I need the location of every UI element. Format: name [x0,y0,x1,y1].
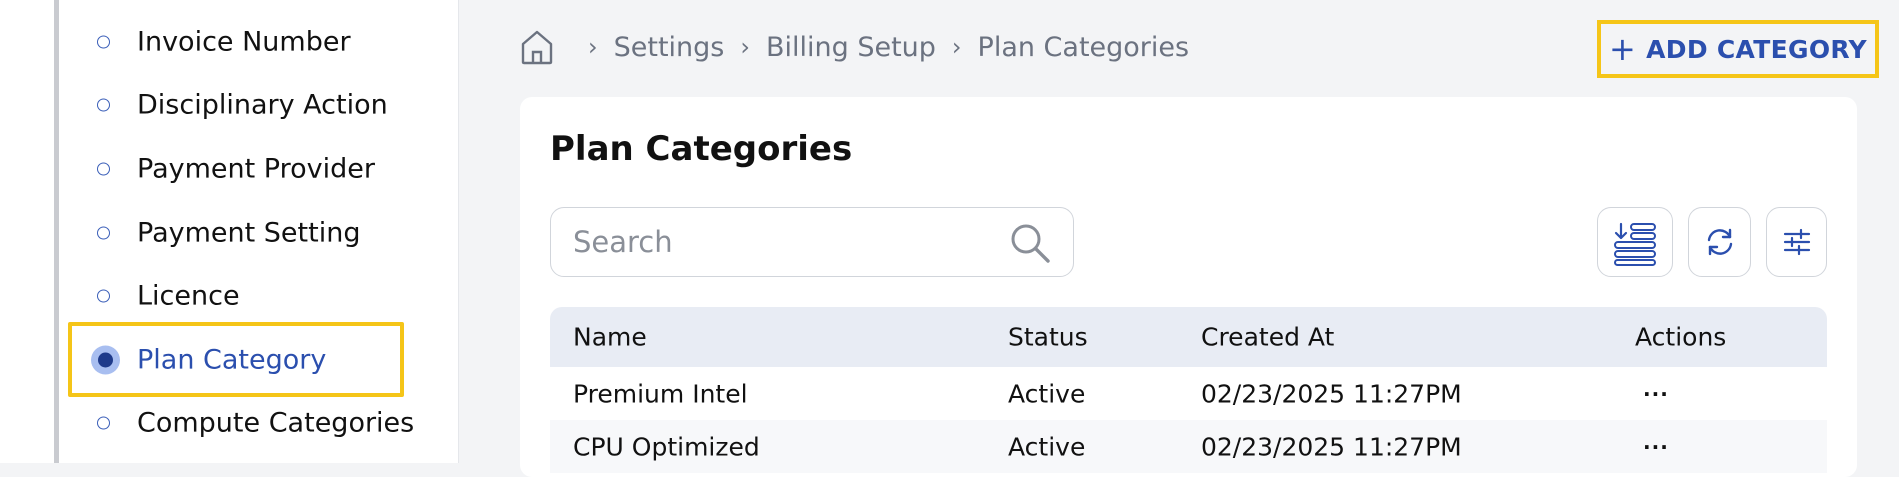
sidebar-item-payment-provider[interactable]: Payment Provider [70,139,460,199]
add-category-label: ADD CATEGORY [1646,34,1867,64]
export-list-button[interactable] [1597,207,1673,277]
add-category-button[interactable]: + ADD CATEGORY [1597,20,1879,78]
radio-dot-icon [97,98,110,112]
refresh-icon [1707,228,1732,256]
search-placeholder: Search [573,225,673,259]
cell-name: Premium Intel [573,379,748,408]
sidebar-item-label: Disciplinary Action [137,89,388,121]
sidebar: Invoice Number Disciplinary Action Payme… [0,0,459,463]
cell-name: CPU Optimized [573,432,760,461]
table-header: Name Status Created At Actions [550,307,1827,367]
more-actions-icon[interactable]: ··· [1643,435,1669,459]
plus-icon: + [1609,30,1637,68]
highlight-box [68,322,404,397]
radio-dot-icon [97,162,110,176]
breadcrumb: › Settings › Billing Setup › Plan Catego… [520,24,1189,70]
breadcrumb-plan-categories: Plan Categories [977,31,1190,63]
filter-button[interactable] [1766,207,1827,277]
breadcrumb-billing-setup[interactable]: Billing Setup [766,32,936,63]
breadcrumb-settings[interactable]: Settings [614,32,725,63]
cell-created-at: 02/23/2025 11:27PM [1201,379,1462,408]
sidebar-item-licence[interactable]: Licence [70,266,460,326]
search-input[interactable]: Search [550,207,1074,277]
radio-dot-icon [97,35,110,49]
sidebar-item-label: Payment Provider [137,153,375,185]
export-list-icon [1614,222,1656,266]
plan-categories-table: Name Status Created At Actions Premium I… [550,307,1827,473]
plan-categories-card: Plan Categories Search Name Status Creat… [520,97,1857,477]
home-icon[interactable] [520,28,554,66]
table-row[interactable]: CPU Optimized Active 02/23/2025 11:27PM … [550,420,1827,473]
page-title: Plan Categories [550,129,853,169]
chevron-right-icon: › [740,33,750,61]
sidebar-item-label: Invoice Number [137,26,351,58]
column-header-name[interactable]: Name [573,323,647,352]
sidebar-item-compute-categories[interactable]: Compute Categories [70,393,460,453]
column-header-created-at[interactable]: Created At [1201,323,1334,352]
sidebar-item-label: Compute Categories [137,407,415,439]
more-actions-icon[interactable]: ··· [1643,382,1669,406]
sidebar-item-payment-setting[interactable]: Payment Setting [70,203,460,263]
sidebar-item-invoice-number[interactable]: Invoice Number [70,12,460,72]
cell-status: Active [1008,432,1086,461]
column-header-status[interactable]: Status [1008,323,1088,352]
sidebar-rail [54,0,59,463]
sidebar-item-disciplinary-action[interactable]: Disciplinary Action [70,75,460,135]
sidebar-item-label: Licence [137,280,240,312]
cell-created-at: 02/23/2025 11:27PM [1201,432,1462,461]
search-icon[interactable] [1009,222,1051,264]
radio-dot-icon [97,289,110,303]
sidebar-item-label: Payment Setting [137,217,361,249]
column-header-actions: Actions [1635,322,1727,352]
cell-status: Active [1008,379,1086,408]
radio-dot-icon [97,226,110,240]
table-row[interactable]: Premium Intel Active 02/23/2025 11:27PM … [550,367,1827,420]
radio-dot-icon [97,416,110,430]
filter-sliders-icon [1783,228,1810,256]
refresh-button[interactable] [1688,207,1751,277]
chevron-right-icon: › [951,33,962,61]
chevron-right-icon: › [588,33,598,61]
